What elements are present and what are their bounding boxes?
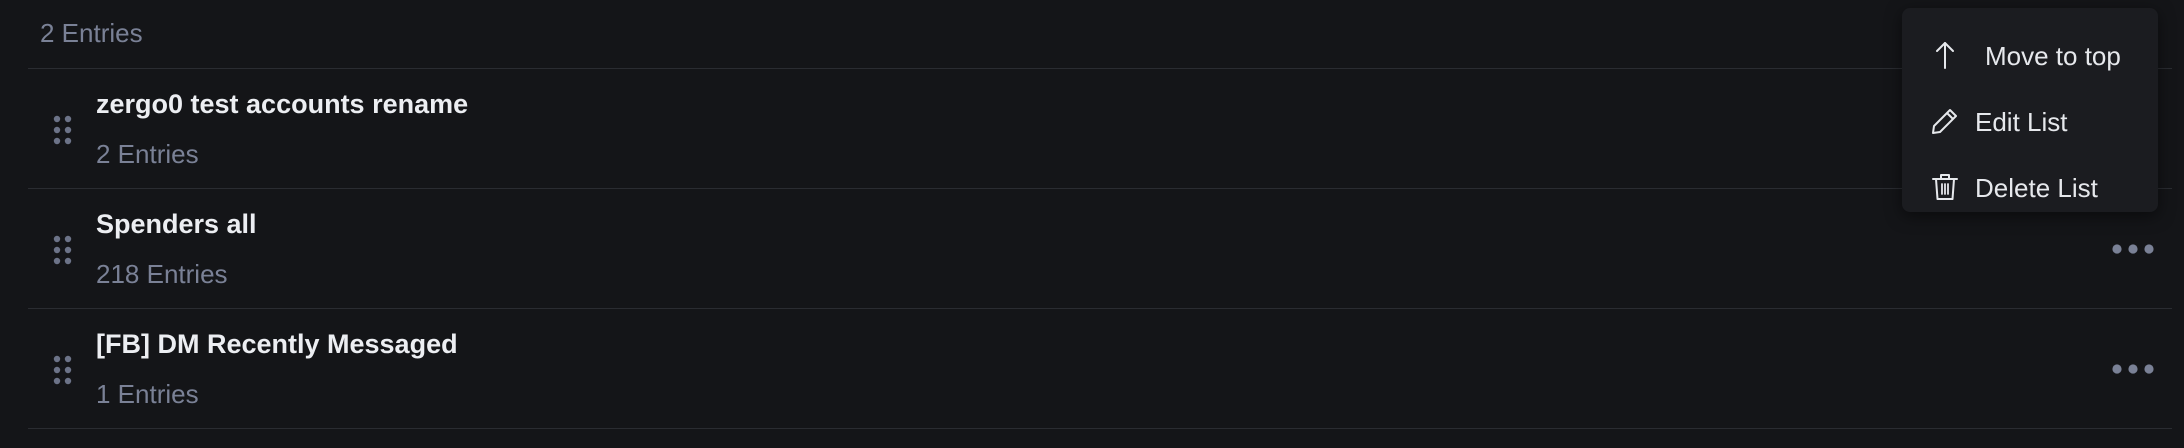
list-actions-menu: Move to top Edit List Delete List [1902, 8, 2158, 212]
delete-list-menu-item[interactable]: Delete List [1902, 154, 2158, 220]
drag-handle-icon[interactable] [53, 235, 73, 265]
more-options-icon[interactable] [2110, 235, 2156, 263]
move-to-top-menu-item[interactable]: Move to top [1902, 22, 2158, 88]
arrow-up-icon [1930, 40, 1960, 70]
edit-list-menu-item[interactable]: Edit List [1902, 88, 2158, 154]
drag-handle-icon[interactable] [53, 355, 73, 385]
list-container: zergo0 test accounts rename 2 Entries Sp… [28, 69, 2172, 429]
menu-item-label: Move to top [1985, 41, 2121, 71]
lists-panel: 2 Entries zergo0 test accounts rename 2 … [28, 0, 2172, 448]
trash-icon [1930, 172, 1960, 202]
entries-count: 2 Entries [40, 18, 143, 48]
list-row-partial[interactable]: 2 Entries [28, 0, 2172, 69]
more-options-icon[interactable] [2110, 355, 2156, 383]
drag-handle-icon[interactable] [53, 115, 73, 145]
list-entries-count: 1 Entries [96, 379, 199, 409]
list-name: zergo0 test accounts rename [96, 89, 469, 119]
menu-item-label: Delete List [1975, 173, 2098, 203]
list-item[interactable]: [FB] DM Recently Messaged 1 Entries [28, 309, 2172, 429]
list-entries-count: 218 Entries [96, 259, 228, 289]
list-name: [FB] DM Recently Messaged [96, 329, 458, 359]
list-item[interactable]: Spenders all 218 Entries [28, 189, 2172, 309]
list-name: Spenders all [96, 209, 257, 239]
menu-item-label: Edit List [1975, 107, 2068, 137]
list-item[interactable]: zergo0 test accounts rename 2 Entries [28, 69, 2172, 189]
pencil-icon [1930, 106, 1960, 136]
list-entries-count: 2 Entries [96, 139, 199, 169]
